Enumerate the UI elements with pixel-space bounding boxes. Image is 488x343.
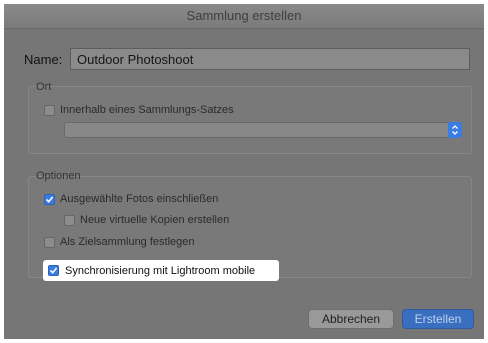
cancel-button[interactable]: Abbrechen xyxy=(308,309,394,329)
name-input[interactable] xyxy=(70,48,470,70)
location-group-title: Ort xyxy=(36,81,52,93)
name-label: Name: xyxy=(24,52,63,67)
inside-set-label: Innerhalb eines Sammlungs-Satzes xyxy=(60,104,234,116)
include-selected-option[interactable]: Ausgewählte Fotos einschließen xyxy=(44,193,218,205)
create-collection-dialog: Sammlung erstellen Name: Ort Innerhalb e… xyxy=(4,4,484,339)
sync-mobile-option[interactable]: Synchronisierung mit Lightroom mobile xyxy=(43,260,279,281)
virtual-copies-checkbox[interactable] xyxy=(64,214,75,226)
target-collection-label: Als Zielsammlung festlegen xyxy=(60,236,195,248)
collection-set-select[interactable] xyxy=(64,122,462,138)
inside-set-checkbox[interactable] xyxy=(44,104,55,116)
include-selected-label: Ausgewählte Fotos einschließen xyxy=(60,193,219,205)
target-collection-checkbox[interactable] xyxy=(44,236,55,248)
chevron-updown-icon[interactable] xyxy=(448,122,462,138)
create-button[interactable]: Erstellen xyxy=(402,309,474,329)
sync-mobile-checkbox[interactable] xyxy=(48,265,59,276)
target-collection-option[interactable]: Als Zielsammlung festlegen xyxy=(44,236,195,248)
sync-mobile-label: Synchronisierung mit Lightroom mobile xyxy=(65,264,256,277)
inside-set-option[interactable]: Innerhalb eines Sammlungs-Satzes xyxy=(44,104,234,116)
location-group xyxy=(28,86,472,154)
include-selected-checkbox[interactable] xyxy=(44,193,55,205)
options-group-title: Optionen xyxy=(36,170,81,182)
dialog-title: Sammlung erstellen xyxy=(4,4,484,29)
virtual-copies-label: Neue virtuelle Kopien erstellen xyxy=(80,214,230,226)
virtual-copies-option[interactable]: Neue virtuelle Kopien erstellen xyxy=(64,214,229,226)
